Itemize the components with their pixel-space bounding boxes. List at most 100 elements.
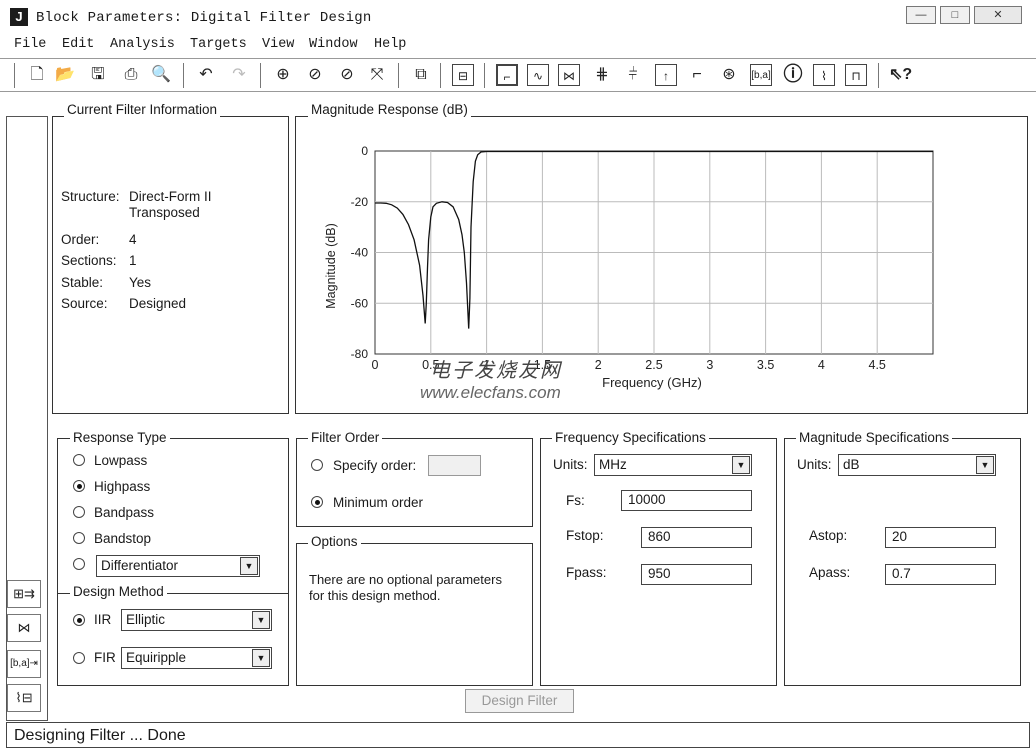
freq-units-value: MHz xyxy=(599,457,627,472)
toolbar-grip xyxy=(14,63,16,88)
filter-order-panel xyxy=(296,438,533,527)
minimize-button[interactable]: — xyxy=(906,6,936,24)
y-tick-label: -60 xyxy=(351,296,369,310)
lowpass-label[interactable]: Lowpass xyxy=(94,453,147,468)
fir-radio[interactable] xyxy=(73,652,85,664)
magnitude-response-chart[interactable]: 0-20-40-60-80 0 0.5 1 1.5 2 2.5 3 3.5 4 4.5 Magni… xyxy=(295,116,1028,414)
fir-label[interactable]: FIR xyxy=(94,650,116,665)
zoom-y-icon[interactable]: ⊘ xyxy=(336,64,358,86)
x-tick-label: 3.5 xyxy=(757,358,774,372)
bandstop-radio[interactable] xyxy=(73,532,85,544)
stable-label: Stable: xyxy=(61,275,104,290)
print-icon[interactable]: ⎙ xyxy=(120,64,142,86)
sections-label: Sections: xyxy=(61,253,117,268)
y-tick-label: 0 xyxy=(361,144,368,158)
print-preview-icon[interactable]: 🔍 xyxy=(150,64,172,86)
group-delay-icon[interactable]: ⋕ xyxy=(591,64,613,86)
mag-units-value: dB xyxy=(843,457,860,472)
filter-coefficients-icon[interactable]: [b,a] xyxy=(750,64,772,86)
astop-input[interactable]: 20 xyxy=(885,527,996,548)
mag-units-select[interactable]: dB ▼ xyxy=(838,454,996,476)
new-figure-icon[interactable]: ⧉ xyxy=(410,64,432,86)
fpass-input[interactable]: 950 xyxy=(641,564,752,585)
mag-phase-icon[interactable]: ⋈ xyxy=(558,64,580,86)
pole-zero-icon[interactable]: ⊛ xyxy=(718,64,740,86)
maximize-button[interactable]: □ xyxy=(940,6,970,24)
bandpass-label[interactable]: Bandpass xyxy=(94,505,154,520)
x-tick-label: 2.5 xyxy=(645,358,662,372)
menu-analysis[interactable]: Analysis xyxy=(110,37,175,52)
iir-label[interactable]: IIR xyxy=(94,612,111,627)
phase-delay-icon[interactable]: ⫩ xyxy=(622,64,644,86)
roundoff-noise-icon[interactable]: ⊓ xyxy=(845,64,867,86)
undo-icon[interactable]: ↶ xyxy=(195,64,217,86)
magnitude-estimate-icon[interactable]: ⌇ xyxy=(813,64,835,86)
highpass-label[interactable]: Highpass xyxy=(94,479,150,494)
magnitude-response-title: Magnitude Response (dB) xyxy=(308,102,471,117)
response-type-select[interactable]: Differentiator ▼ xyxy=(96,555,260,577)
fpass-label: Fpass: xyxy=(566,565,607,580)
magnitude-specs-title: Magnitude Specifications xyxy=(796,430,953,445)
watermark-cn: 电子发烧友网 xyxy=(430,358,562,382)
specify-order-label[interactable]: Specify order: xyxy=(333,458,416,473)
full-view-icon[interactable]: ⤧ xyxy=(366,64,388,86)
iir-radio[interactable] xyxy=(73,614,85,626)
options-text-line2: for this design method. xyxy=(309,588,441,603)
open-icon[interactable]: 📂 xyxy=(54,64,76,86)
new-icon[interactable]: 🗋 xyxy=(26,64,48,86)
menu-window[interactable]: Window xyxy=(309,37,358,52)
save-icon[interactable]: 🖫 xyxy=(87,64,109,86)
source-label: Source: xyxy=(61,296,108,311)
fir-method-select[interactable]: Equiripple ▼ xyxy=(121,647,272,669)
stable-value: Yes xyxy=(129,275,152,290)
apass-input[interactable]: 0.7 xyxy=(885,564,996,585)
phase-response-icon[interactable]: ∿ xyxy=(527,64,549,86)
toolbar-separator xyxy=(398,63,400,88)
filter-design-icon[interactable]: ⌇⊟ xyxy=(7,684,41,712)
whats-this-icon[interactable]: ⇖? xyxy=(889,64,912,86)
menu-targets[interactable]: Targets xyxy=(190,37,247,52)
zoom-x-icon[interactable]: ⊘ xyxy=(304,64,326,86)
menu-help[interactable]: Help xyxy=(374,37,406,52)
fstop-input[interactable]: 860 xyxy=(641,527,752,548)
filter-info-icon[interactable]: ⓘ xyxy=(782,64,804,86)
current-filter-info-title: Current Filter Information xyxy=(64,102,221,117)
other-response-radio[interactable] xyxy=(73,558,85,570)
response-type-select-value: Differentiator xyxy=(101,558,179,573)
redo-icon[interactable]: ↷ xyxy=(228,64,250,86)
transform-filter-icon[interactable]: ⋈ xyxy=(7,614,41,642)
minimum-order-label[interactable]: Minimum order xyxy=(333,495,423,510)
y-tick-labels: 0 -20 -40 -60 -80 xyxy=(351,144,369,361)
zoom-in-icon[interactable]: ⊕ xyxy=(272,64,294,86)
status-text: Designing Filter ... Done xyxy=(14,727,186,744)
bandpass-radio[interactable] xyxy=(73,506,85,518)
realize-model-icon[interactable]: ⊞⇉ xyxy=(7,580,41,608)
lowpass-radio[interactable] xyxy=(73,454,85,466)
x-tick-label: 4 xyxy=(818,358,825,372)
menu-file[interactable]: File xyxy=(14,37,46,52)
specify-order-input[interactable] xyxy=(428,455,481,476)
highpass-radio[interactable] xyxy=(73,480,85,492)
design-method-title: Design Method xyxy=(70,584,167,599)
magnitude-response-icon[interactable]: ⌐ xyxy=(496,64,518,86)
import-filter-icon[interactable]: [b,a]⇥ xyxy=(7,650,41,678)
freq-units-select[interactable]: MHz ▼ xyxy=(594,454,752,476)
structure-value-line2: Transposed xyxy=(129,205,200,220)
menu-edit[interactable]: Edit xyxy=(62,37,94,52)
menu-view[interactable]: View xyxy=(262,37,294,52)
x-tick-label: 0 xyxy=(372,358,379,372)
close-button[interactable]: ✕ xyxy=(974,6,1022,24)
design-filter-button[interactable]: Design Filter xyxy=(465,689,574,713)
minimum-order-radio[interactable] xyxy=(311,496,323,508)
filter-specs-icon[interactable]: ⊟ xyxy=(452,64,474,86)
source-value: Designed xyxy=(129,296,187,311)
impulse-response-icon[interactable]: ↑ xyxy=(655,64,677,86)
sections-value: 1 xyxy=(129,253,137,268)
iir-method-select[interactable]: Elliptic ▼ xyxy=(121,609,272,631)
specify-order-radio[interactable] xyxy=(311,459,323,471)
step-response-icon[interactable]: ⌐ xyxy=(686,64,708,86)
fs-input[interactable]: 10000 xyxy=(621,490,752,511)
bandstop-label[interactable]: Bandstop xyxy=(94,531,151,546)
toolbar-separator xyxy=(484,63,486,88)
x-tick-label: 3 xyxy=(706,358,713,372)
